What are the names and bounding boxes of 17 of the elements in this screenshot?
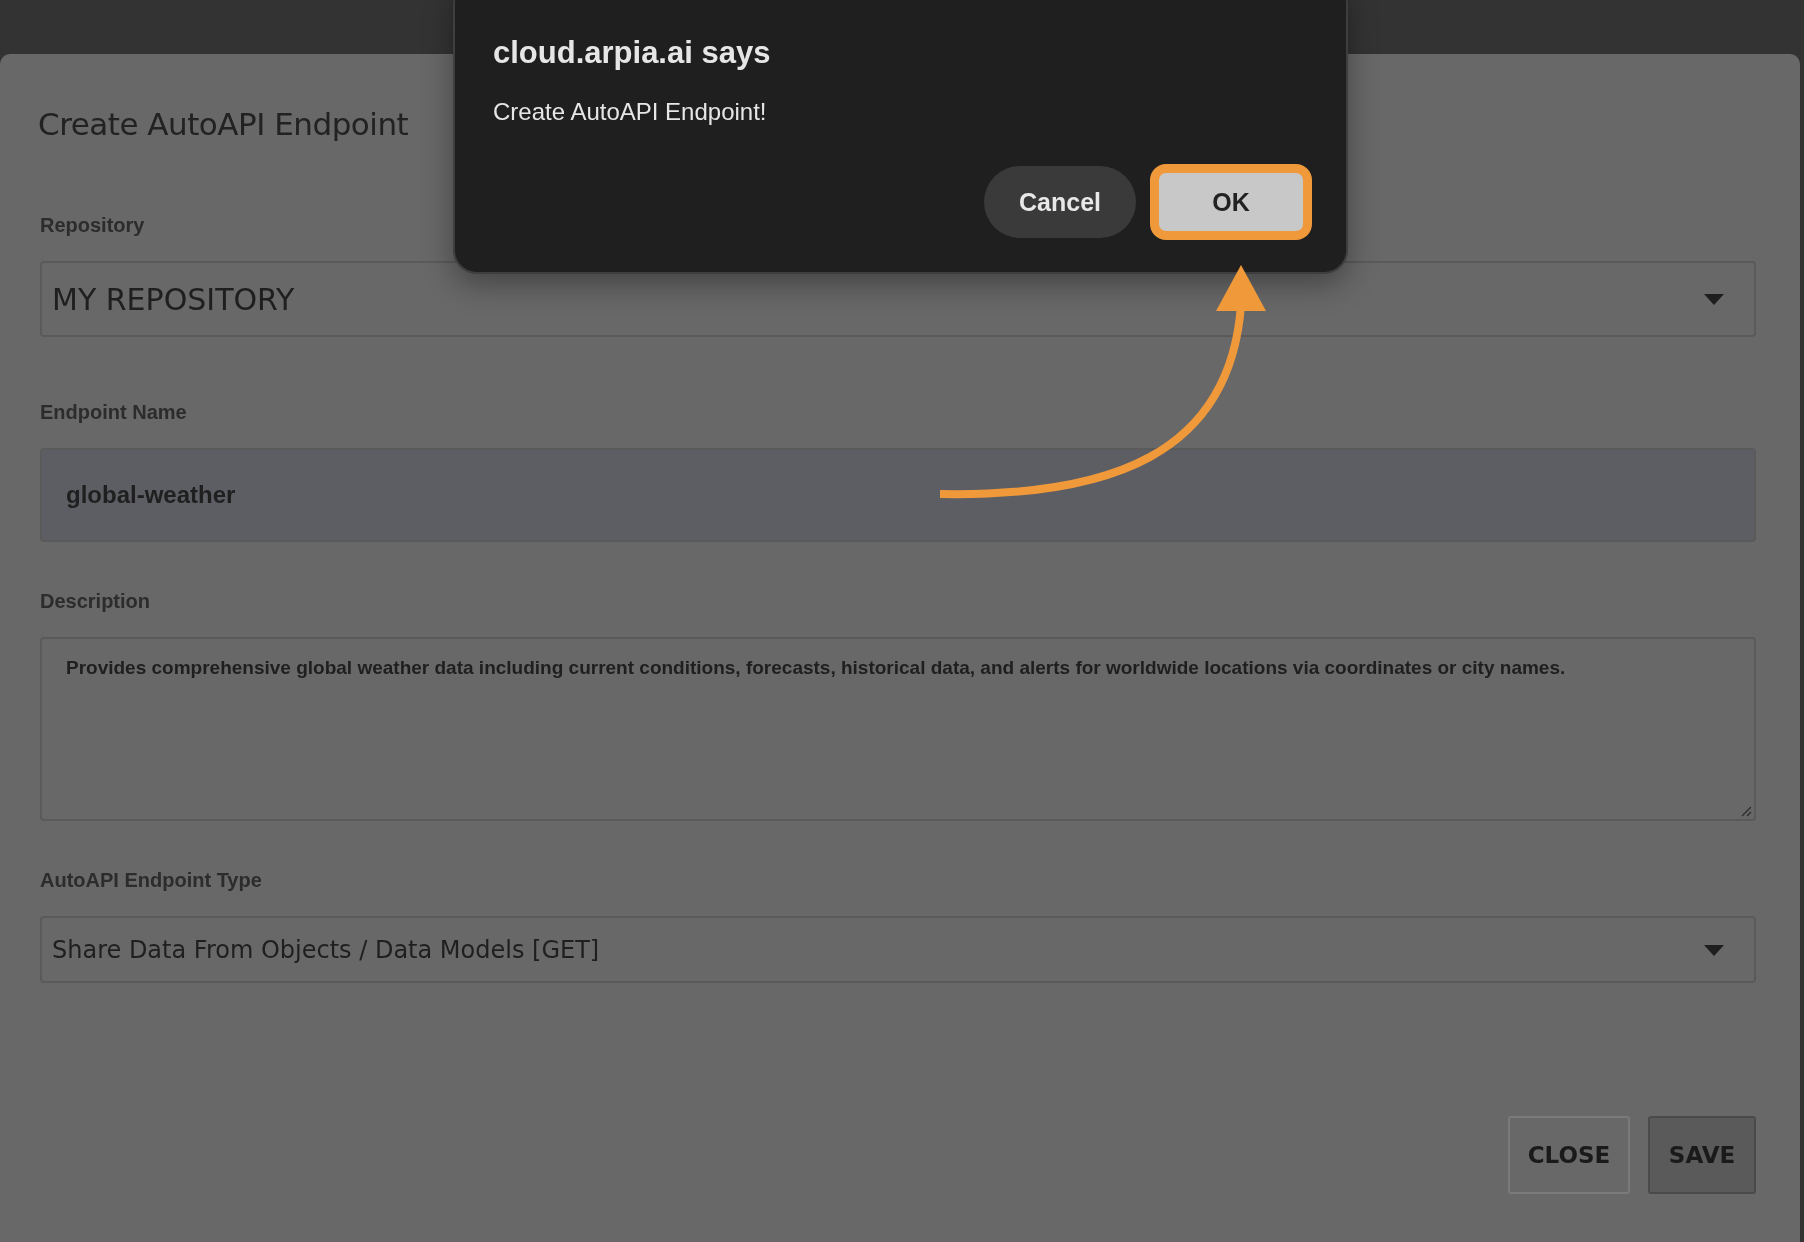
cancel-button[interactable]: Cancel (984, 166, 1136, 238)
field-label: Endpoint Name (40, 400, 187, 425)
input-field[interactable]: global-weather (40, 448, 1756, 542)
field-label: Repository (40, 213, 145, 238)
caret-icon (1704, 944, 1724, 956)
caret-icon (1704, 294, 1724, 305)
field-label: Description (40, 589, 151, 614)
field-label: AutoAPI Endpoint Type (40, 868, 262, 893)
dialog-title: cloud.arpia.ai says (493, 34, 772, 72)
resize-grip-icon[interactable] (1740, 805, 1752, 817)
save-button[interactable]: SAVE (1648, 1116, 1756, 1194)
close-button[interactable]: CLOSE (1508, 1116, 1630, 1194)
text-area[interactable]: Provides comprehensive global weather data including current conditions, forecasts, historical data, and alerts for worldwide locations via coordinates or city names. (40, 637, 1756, 821)
dialog-message: Create AutoAPI Endpoint! (493, 97, 768, 127)
ok-button[interactable]: OK (1150, 164, 1312, 240)
select-field[interactable]: Share Data From Objects / Data Models [GET] (40, 916, 1756, 983)
modal-title: Create AutoAPI Endpoint (38, 105, 409, 144)
